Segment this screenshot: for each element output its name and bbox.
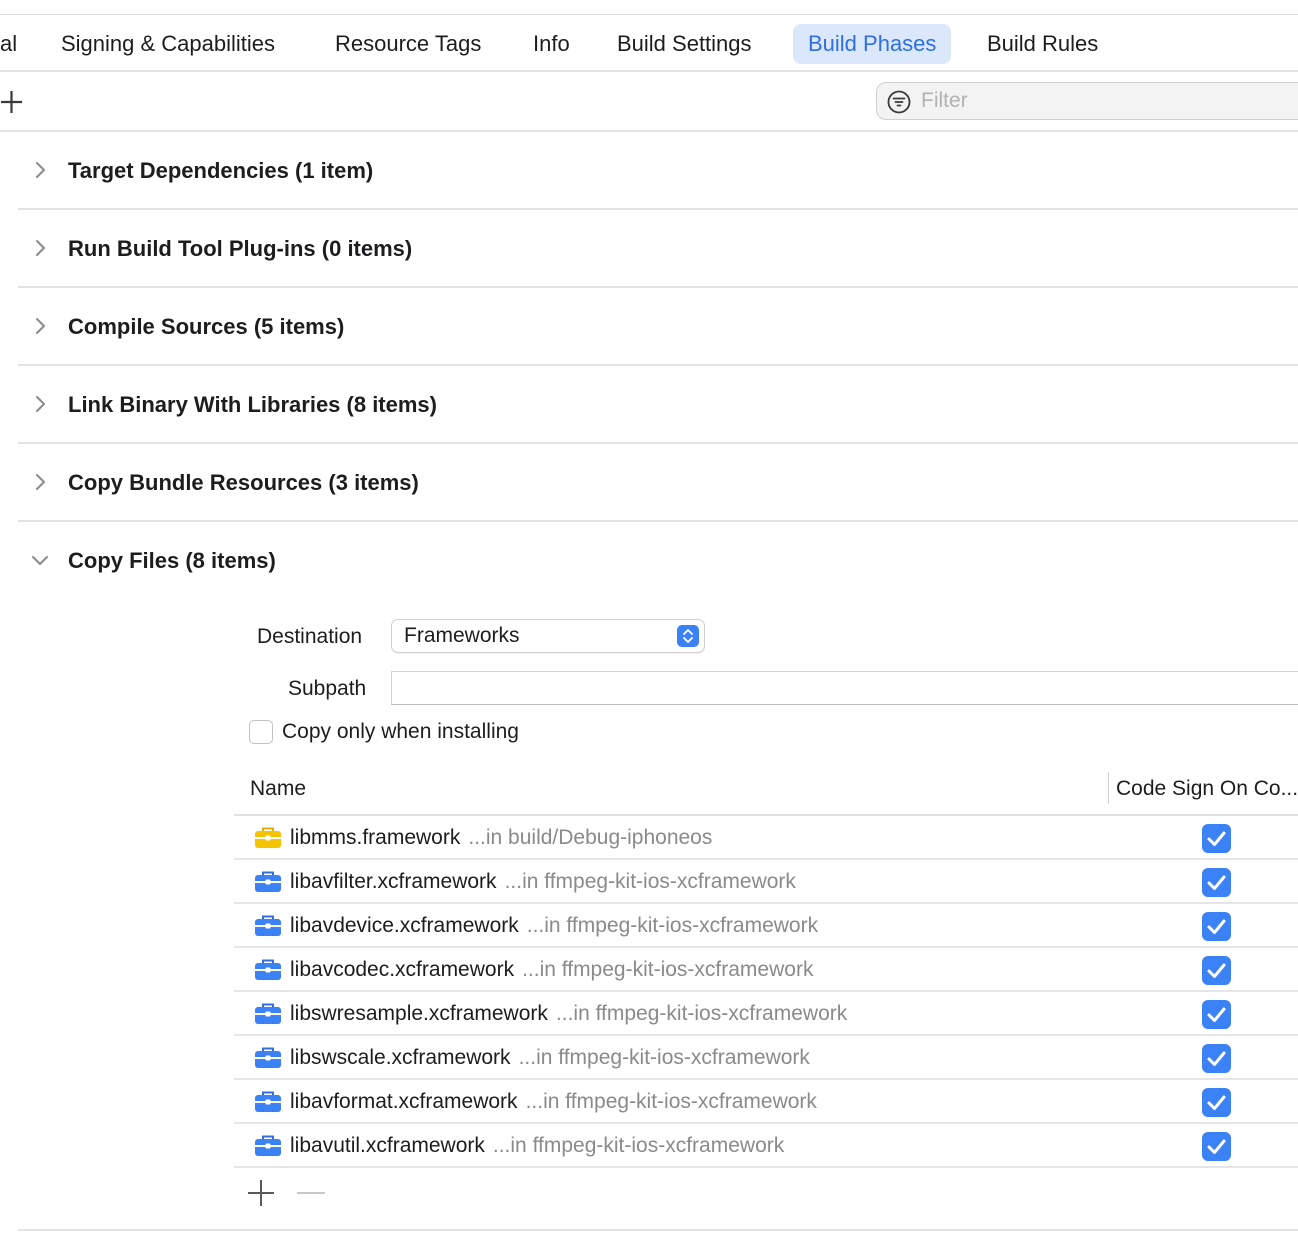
tab-info[interactable]: Info [533,24,570,64]
chevron-down-icon[interactable] [30,550,50,570]
checkmark-icon [1207,919,1226,934]
table-row[interactable]: libswscale.xcframework ...in ffmpeg-kit-i… [234,1036,1298,1080]
subpath-input[interactable] [391,671,1298,705]
file-name: libavutil.xcframework [290,1134,485,1157]
file-path: ...in ffmpeg-kit-ios-xcframework [504,870,796,893]
file-path: ...in ffmpeg-kit-ios-xcframework [525,1090,817,1113]
phase-run-build-tool-plugins[interactable]: Run Build Tool Plug-ins (0 items) [18,210,1298,288]
table-row[interactable]: libavutil.xcframework ...in ffmpeg-kit-io… [234,1124,1298,1168]
column-header-name[interactable]: Name [250,774,306,804]
checkmark-icon [1207,1007,1226,1022]
phase-title: Copy Files (8 items) [68,548,276,573]
phase-title: Copy Bundle Resources (3 items) [68,470,419,495]
table-row[interactable]: libmms.framework ...in build/Debug-iphone… [234,816,1298,860]
row-divider [234,1166,1298,1168]
xcframework-icon [255,1047,281,1068]
file-path: ...in ffmpeg-kit-ios-xcframework [518,1046,810,1069]
file-path: ...in ffmpeg-kit-ios-xcframework [555,1002,848,1025]
phase-target-dependencies[interactable]: Target Dependencies (1 item) [18,132,1298,210]
column-divider[interactable] [1108,772,1109,804]
chevron-right-icon[interactable] [30,316,50,336]
code-sign-checkbox[interactable] [1202,1044,1231,1073]
framework-icon [255,827,281,848]
file-path: ...in ffmpeg-kit-ios-xcframework [522,958,814,981]
checkmark-icon [1207,1139,1226,1154]
chevron-right-icon[interactable] [30,472,50,492]
code-sign-checkbox[interactable] [1202,824,1231,853]
file-path: ...in ffmpeg-kit-ios-xcframework [492,1134,785,1157]
file-name: libavfilter.xcframework [290,870,497,893]
table-row[interactable]: libavdevice.xcframework ...in ffmpeg-kit-… [234,904,1298,948]
table-row[interactable]: libswresample.xcframework ...in ffmpeg-ki… [234,992,1298,1036]
file-name: libswscale.xcframework [290,1046,511,1069]
checkmark-icon [1207,963,1226,978]
phase-divider [18,1229,1298,1231]
table-row[interactable]: libavformat.xcframework ...in ffmpeg-kit-… [234,1080,1298,1124]
xcframework-icon [255,1135,281,1156]
xcframework-icon [255,959,281,980]
chevron-right-icon[interactable] [30,238,50,258]
destination-value: Frameworks [404,624,520,647]
tab-general[interactable]: al [0,24,17,64]
file-path: ...in ffmpeg-kit-ios-xcframework [526,914,819,937]
phase-title: Run Build Tool Plug-ins (0 items) [68,236,413,261]
code-sign-checkbox[interactable] [1202,912,1231,941]
add-file-button[interactable] [247,1178,275,1208]
xcframework-icon [255,871,281,892]
code-sign-checkbox[interactable] [1202,956,1231,985]
tab-resource-tags[interactable]: Resource Tags [335,24,481,64]
filter-placeholder: Filter [921,89,968,112]
table-row[interactable]: libavcodec.xcframework ...in ffmpeg-kit-i… [234,948,1298,992]
checkmark-icon [1207,831,1226,846]
chevron-right-icon[interactable] [30,394,50,414]
phase-copy-bundle-resources[interactable]: Copy Bundle Resources (3 items) [18,444,1298,522]
checkmark-icon [1207,875,1226,890]
copy-only-when-installing-checkbox[interactable] [249,720,273,744]
xcframework-icon [255,1091,281,1112]
destination-select[interactable]: Frameworks [391,619,705,653]
phase-title: Target Dependencies (1 item) [68,158,374,183]
tab-signing-capabilities[interactable]: Signing & Capabilities [61,24,275,64]
editor-tab-bar: al Signing & Capabilities Resource Tags … [0,15,1298,71]
file-name: libavdevice.xcframework [290,914,519,937]
plus-icon [1,91,22,113]
phase-title: Compile Sources (5 items) [68,314,345,339]
file-path: ...in build/Debug-iphoneos [468,826,713,849]
add-build-phase-button[interactable] [0,88,24,116]
file-name: libmms.framework [290,826,461,849]
file-name: libavcodec.xcframework [290,958,515,981]
code-sign-checkbox[interactable] [1202,1000,1231,1029]
phase-link-binary-with-libraries[interactable]: Link Binary With Libraries (8 items) [18,366,1298,444]
checkmark-icon [1207,1051,1226,1066]
xcframework-icon [255,1003,281,1024]
phase-title: Link Binary With Libraries (8 items) [68,392,437,417]
plus-icon [248,1180,274,1206]
column-header-code-sign[interactable]: Code Sign On Co... [1116,774,1298,804]
table-row[interactable]: libavfilter.xcframework ...in ffmpeg-kit-… [234,860,1298,904]
tab-build-phases[interactable]: Build Phases [793,24,952,64]
code-sign-checkbox[interactable] [1202,1132,1231,1161]
file-name: libswresample.xcframework [290,1002,548,1025]
popup-stepper-icon [677,625,699,647]
xcframework-icon [255,915,281,936]
tab-bar-divider [0,70,1298,72]
code-sign-checkbox[interactable] [1202,1088,1231,1117]
phase-compile-sources[interactable]: Compile Sources (5 items) [18,288,1298,366]
filter-icon [887,90,911,114]
destination-label: Destination [257,625,363,648]
subpath-label: Subpath [288,677,367,700]
file-name: libavformat.xcframework [290,1090,518,1113]
chevron-right-icon[interactable] [30,160,50,180]
tab-build-settings[interactable]: Build Settings [617,24,752,64]
phase-copy-files[interactable]: Copy Files (8 items) [18,522,1298,600]
code-sign-checkbox[interactable] [1202,868,1231,897]
checkmark-icon [1207,1095,1226,1110]
tab-build-rules[interactable]: Build Rules [987,24,1098,64]
copy-only-when-installing-label: Copy only when installing [282,720,519,743]
filter-field[interactable]: Filter [876,82,1298,120]
remove-file-button[interactable] [297,1192,325,1194]
